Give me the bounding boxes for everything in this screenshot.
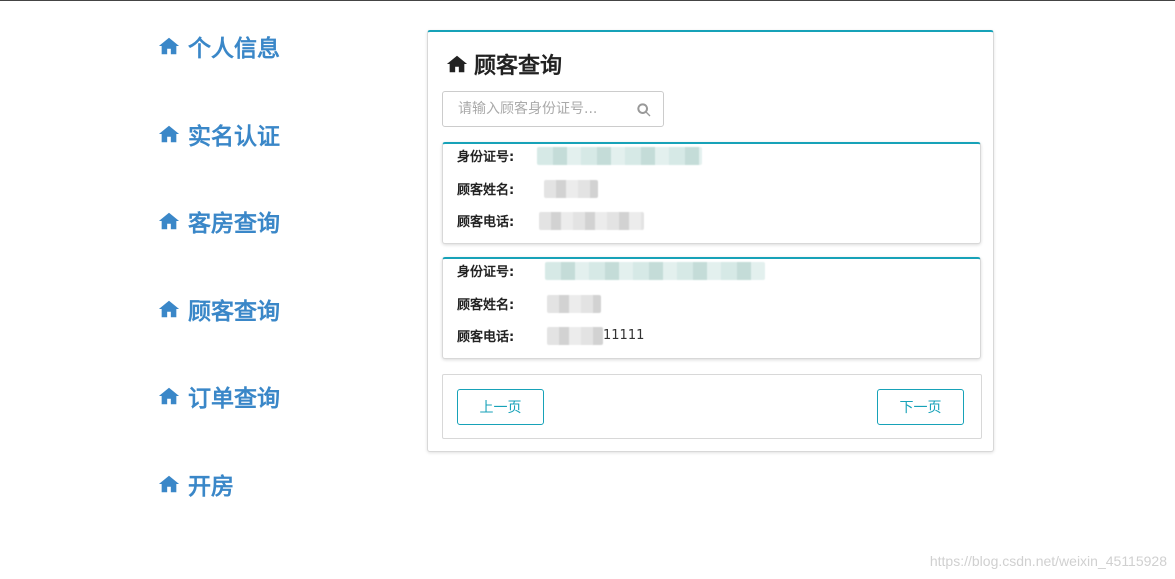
redacted-id: [537, 146, 702, 165]
redacted-phone: [539, 211, 644, 230]
id-row: 身份证号:: [457, 146, 702, 165]
search-icon[interactable]: [636, 102, 652, 118]
sidebar-item-label: 个人信息: [188, 36, 280, 62]
sidebar-item-personal-info[interactable]: 个人信息: [158, 29, 378, 63]
customer-record-card: 身份证号: 顾客姓名: 顾客电话:: [442, 142, 981, 244]
sidebar-item-check-in[interactable]: 开房: [158, 467, 378, 501]
sidebar-item-label: 客房查询: [188, 211, 280, 237]
search-box: [442, 91, 664, 127]
sidebar-item-order-query[interactable]: 订单查询: [158, 379, 378, 413]
phone-value: 11111: [603, 328, 645, 343]
id-label: 身份证号:: [457, 150, 515, 165]
redacted-name: [544, 179, 598, 198]
name-row: 顾客姓名:: [457, 294, 601, 313]
search-input[interactable]: [456, 92, 640, 126]
sidebar: 个人信息 实名认证 客房查询 顾客查询 订单查询 开房: [158, 29, 378, 554]
sidebar-item-label: 顾客查询: [188, 298, 280, 325]
customer-query-panel: 顾客查询 身份证号: 顾客姓名: 顾客电话: 身份证号:: [427, 30, 994, 452]
page-title: 顾客查询: [446, 48, 562, 80]
id-row: 身份证号:: [457, 261, 765, 280]
customer-record-card: 身份证号: 顾客姓名: 顾客电话: 11111: [442, 257, 981, 359]
name-row: 顾客姓名:: [457, 179, 598, 198]
redacted-name: [547, 294, 601, 313]
sidebar-item-label: 实名认证: [188, 123, 280, 150]
sidebar-item-customer-query[interactable]: 顾客查询: [158, 292, 378, 326]
home-icon: [158, 35, 180, 57]
home-icon: [158, 210, 180, 232]
name-label: 顾客姓名:: [457, 298, 515, 313]
phone-label: 顾客电话:: [457, 330, 515, 345]
sidebar-item-label: 订单查询: [188, 386, 280, 412]
sidebar-item-label: 开房: [188, 473, 234, 500]
phone-row: 顾客电话: 11111: [457, 326, 644, 345]
name-label: 顾客姓名:: [457, 183, 515, 198]
sidebar-item-real-name-auth[interactable]: 实名认证: [158, 117, 378, 151]
redacted-id: [545, 261, 765, 280]
home-icon: [158, 298, 180, 320]
home-icon: [446, 53, 468, 75]
page-title-text: 顾客查询: [474, 54, 563, 79]
home-icon: [158, 385, 180, 407]
sidebar-item-room-query[interactable]: 客房查询: [158, 204, 378, 238]
phone-label: 顾客电话:: [457, 215, 515, 230]
next-page-button[interactable]: 下一页: [877, 389, 964, 425]
id-label: 身份证号:: [457, 265, 515, 280]
prev-page-button[interactable]: 上一页: [457, 389, 544, 425]
phone-row: 顾客电话:: [457, 211, 644, 230]
redacted-phone: [547, 326, 603, 345]
watermark: https://blog.csdn.net/weixin_45115928: [929, 553, 1167, 569]
pagination: 上一页 下一页: [442, 374, 982, 439]
home-icon: [158, 473, 180, 495]
home-icon: [158, 123, 180, 145]
